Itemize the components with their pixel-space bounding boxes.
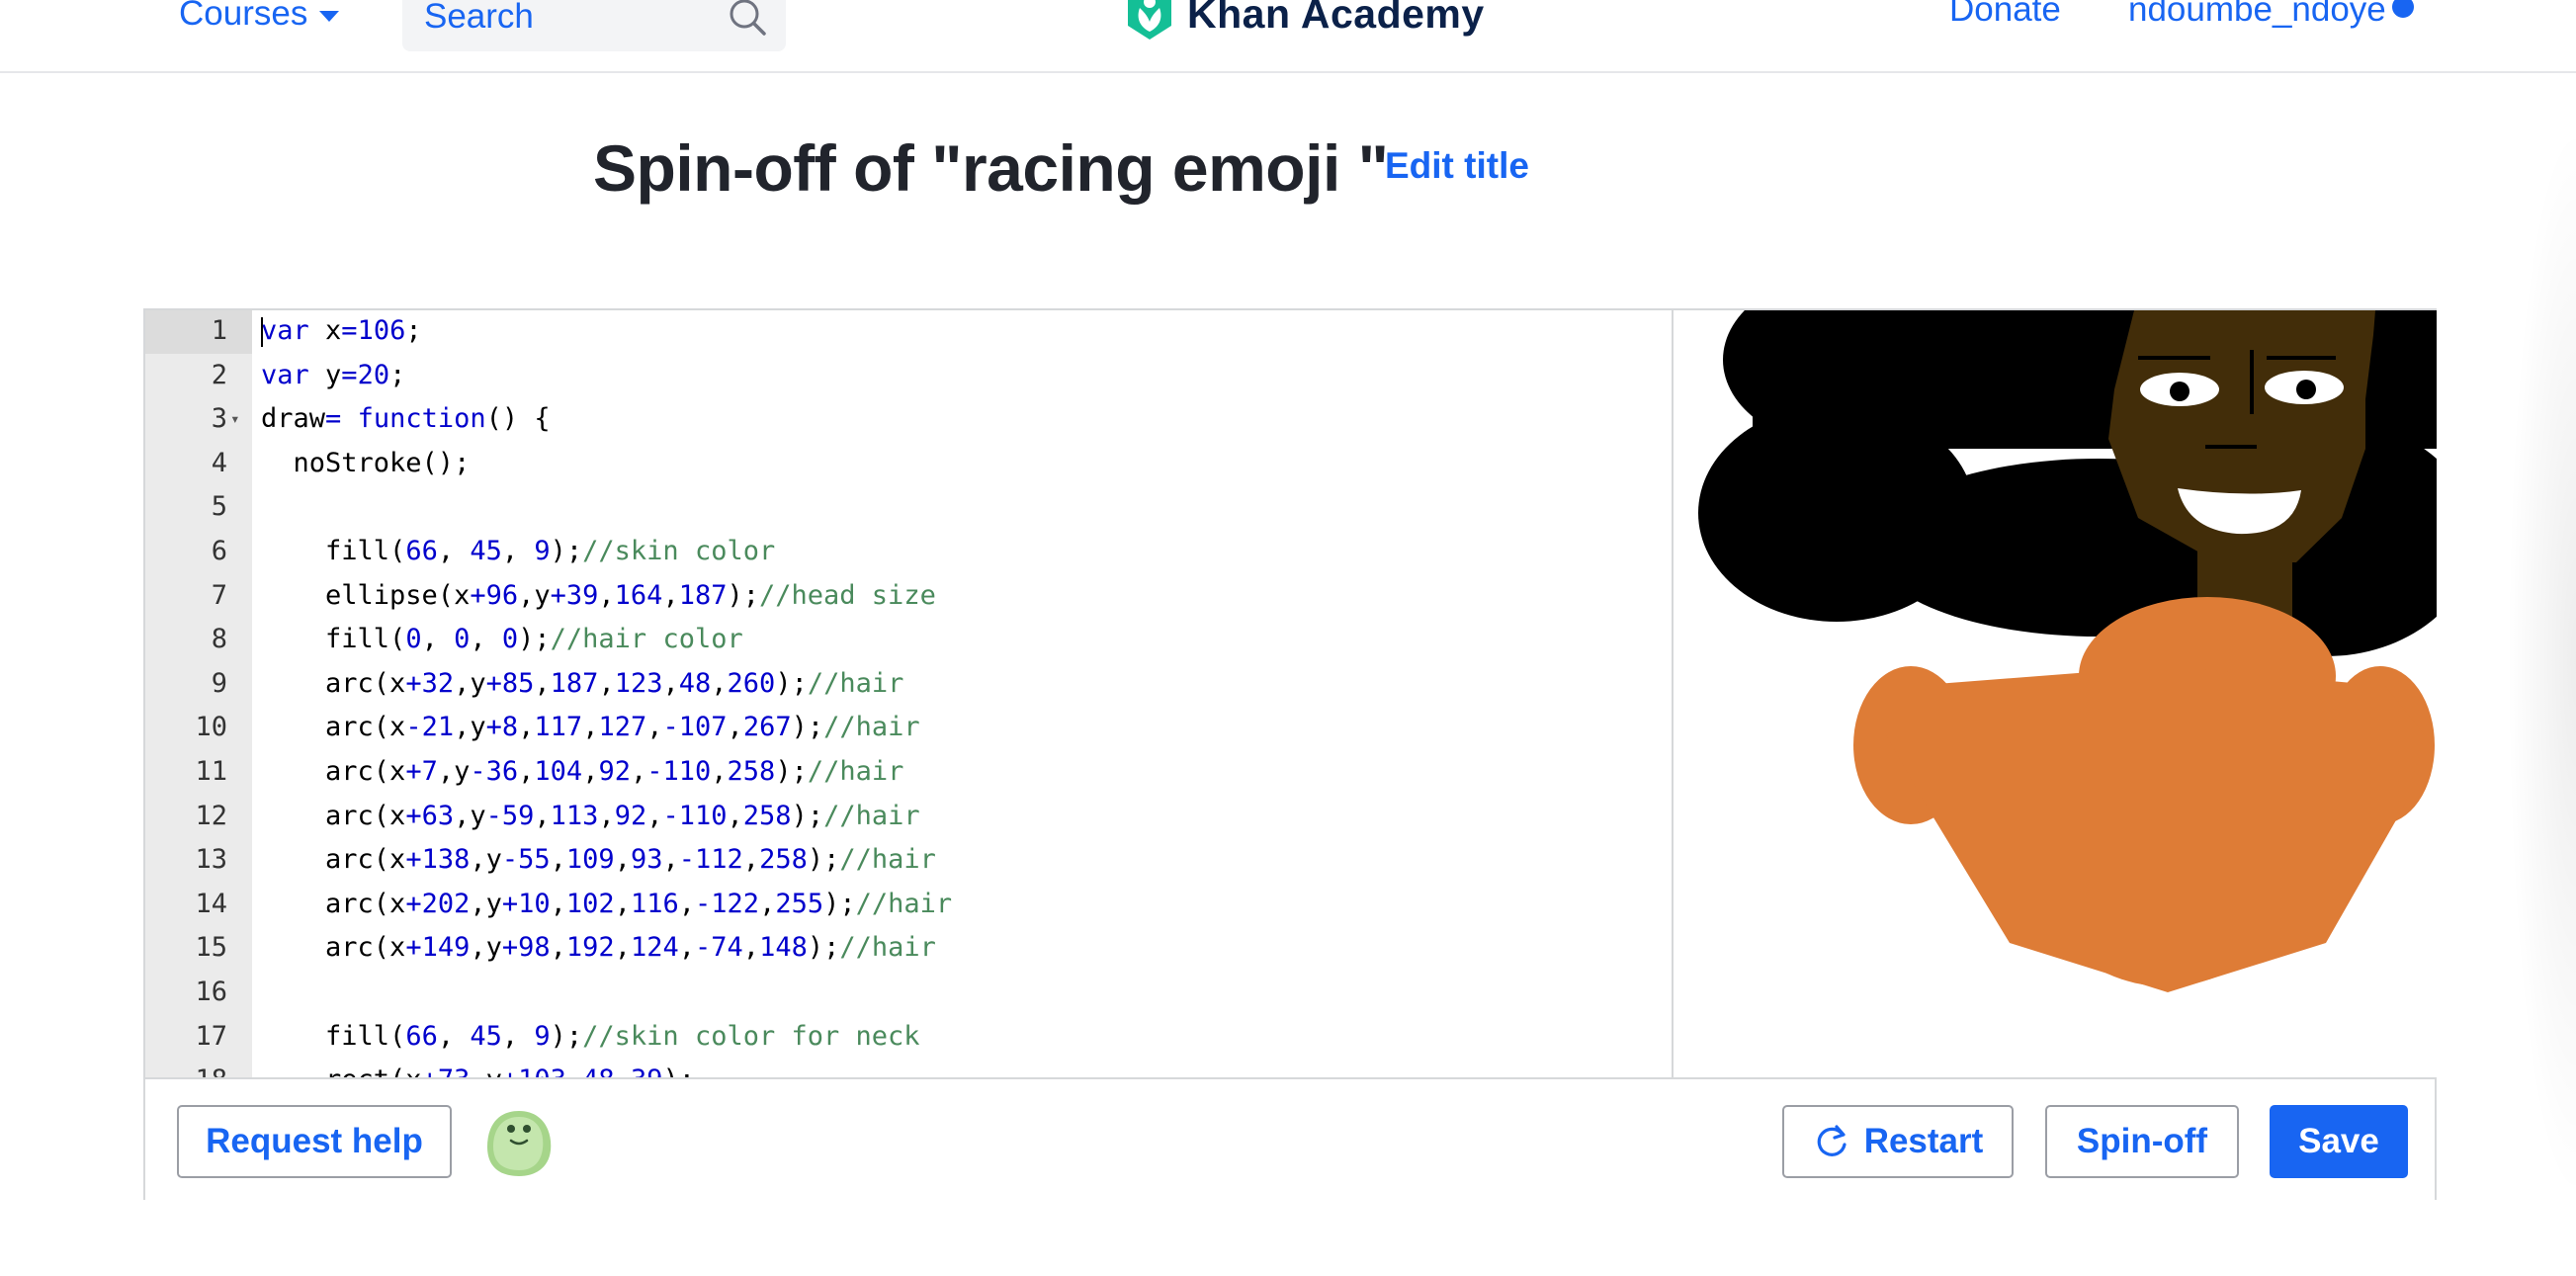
shirt-shape [1853, 597, 2435, 992]
line-number: 6 [211, 536, 227, 566]
code-line[interactable]: 18 rect(x+73,y+103,48,39); [145, 1059, 1672, 1077]
code-text: noStroke(); [261, 447, 471, 478]
restart-label: Restart [1863, 1122, 1984, 1160]
search-input[interactable] [422, 0, 723, 38]
text-cursor [261, 317, 263, 347]
code-line[interactable]: 11 arc(x+7,y-36,104,92,-110,258);//hair [145, 750, 1672, 795]
code-text: arc(x+63,y-59,113,92,-110,258);//hair [261, 800, 920, 831]
notification-badge [2390, 0, 2416, 20]
code-text: arc(x+149,y+98,192,124,-74,148);//hair [261, 932, 936, 964]
code-line[interactable]: 16 [145, 971, 1672, 1015]
code-line[interactable]: 12 arc(x+63,y-59,113,92,-110,258);//hair [145, 795, 1672, 839]
code-editor[interactable]: 1 var x=106; 2 var y=20; 3 ▾ draw= function() … [145, 310, 1674, 1077]
spin-off-button[interactable]: Spin-off [2045, 1105, 2239, 1178]
edge-shadow [2507, 119, 2576, 1206]
code-text: fill(66, 45, 9);//skin color for neck [261, 1020, 920, 1052]
code-line[interactable]: 6 fill(66, 45, 9);//skin color [145, 530, 1672, 574]
top-navigation: Courses Khan Academy Donate ndoumbe_ndoy… [0, 0, 2576, 73]
code-line[interactable]: 9 arc(x+32,y+85,187,123,48,260);//hair [145, 662, 1672, 707]
line-number: 11 [195, 756, 227, 787]
line-number: 13 [195, 844, 227, 876]
fold-arrow-icon[interactable]: ▾ [230, 397, 240, 442]
code-line[interactable]: 15 arc(x+149,y+98,192,124,-74,148);//hai… [145, 926, 1672, 971]
line-number: 7 [211, 579, 227, 611]
line-number: 3 [211, 403, 227, 435]
line-number: 15 [195, 932, 227, 964]
line-number: 5 [211, 491, 227, 523]
line-number: 2 [211, 359, 227, 390]
code-line[interactable]: 8 fill(0, 0, 0);//hair color [145, 618, 1672, 662]
restart-icon [1817, 1125, 1846, 1156]
code-text: arc(x+202,y+10,102,116,-122,255);//hair [261, 888, 953, 919]
line-number: 9 [211, 667, 227, 699]
code-text: rect(x+73,y+103,48,39); [261, 1059, 695, 1077]
line-number: 8 [211, 624, 227, 655]
code-line[interactable]: 7 ellipse(x+96,y+39,164,187);//head size [145, 574, 1672, 619]
program-editor-panel: 1 var x=106; 2 var y=20; 3 ▾ draw= function() … [143, 308, 2437, 1200]
code-line[interactable]: 17 fill(66, 45, 9);//skin color for neck [145, 1015, 1672, 1060]
search-bar[interactable] [402, 0, 786, 51]
code-line[interactable]: 14 arc(x+202,y+10,102,116,-122,255);//ha… [145, 883, 1672, 927]
chevron-down-icon [319, 10, 340, 22]
code-line[interactable]: 1 var x=106; [145, 310, 1672, 354]
code-line[interactable]: 5 [145, 485, 1672, 530]
spin-off-label: Spin-off [2076, 1122, 2208, 1160]
save-label: Save [2298, 1122, 2379, 1160]
logo-text: Khan Academy [1187, 0, 1485, 37]
code-text: arc(x-21,y+8,117,127,-107,267);//hair [261, 712, 920, 743]
code-text: arc(x+138,y-55,109,93,-112,258);//hair [261, 844, 936, 876]
line-number: 10 [195, 712, 227, 743]
program-output-canvas[interactable] [1674, 310, 2437, 1077]
page-title: Spin-off of "racing emoji " [593, 131, 1389, 205]
line-number: 4 [211, 447, 227, 478]
emoji-drawing [1698, 310, 2437, 992]
line-number: 16 [195, 977, 227, 1007]
donate-link[interactable]: Donate [1949, 0, 2061, 30]
code-text: arc(x+7,y-36,104,92,-110,258);//hair [261, 756, 904, 787]
code-line[interactable]: 10 arc(x-21,y+8,117,127,-107,267);//hair [145, 706, 1672, 750]
save-button[interactable]: Save [2270, 1105, 2408, 1178]
request-help-label: Request help [206, 1122, 423, 1160]
edit-title-link[interactable]: Edit title [1385, 145, 1529, 187]
code-text: draw= function() { [261, 403, 551, 435]
user-menu[interactable]: ndoumbe_ndoye [2128, 0, 2386, 30]
code-line[interactable]: 13 arc(x+138,y-55,109,93,-112,258);//hai… [145, 838, 1672, 883]
request-help-button[interactable]: Request help [177, 1105, 452, 1178]
line-number: 12 [195, 800, 227, 831]
courses-label: Courses [179, 0, 308, 33]
search-icon[interactable] [727, 0, 768, 38]
code-text: arc(x+32,y+85,187,123,48,260);//hair [261, 667, 904, 699]
hopper-avatar-icon[interactable] [481, 1107, 557, 1178]
code-line[interactable]: 3 ▾ draw= function() { [145, 397, 1672, 442]
line-number: 18 [145, 1059, 227, 1077]
code-text: ellipse(x+96,y+39,164,187);//head size [261, 579, 936, 611]
code-text: var x=106; [261, 315, 422, 346]
khan-leaf-logo-icon [1128, 0, 1171, 40]
line-number: 14 [195, 888, 227, 919]
code-text: fill(66, 45, 9);//skin color [261, 536, 776, 566]
code-line[interactable]: 4 noStroke(); [145, 442, 1672, 486]
code-text: fill(0, 0, 0);//hair color [261, 624, 743, 655]
code-text: var y=20; [261, 359, 406, 390]
courses-menu[interactable]: Courses [179, 0, 340, 42]
line-number: 1 [211, 315, 227, 346]
restart-button[interactable]: Restart [1782, 1105, 2014, 1178]
editor-toolbar: Request help Restart Spin-off Save [145, 1077, 2435, 1200]
line-number: 17 [195, 1020, 227, 1052]
khan-academy-logo[interactable]: Khan Academy [1124, 0, 1485, 42]
code-line[interactable]: 2 var y=20; [145, 354, 1672, 398]
